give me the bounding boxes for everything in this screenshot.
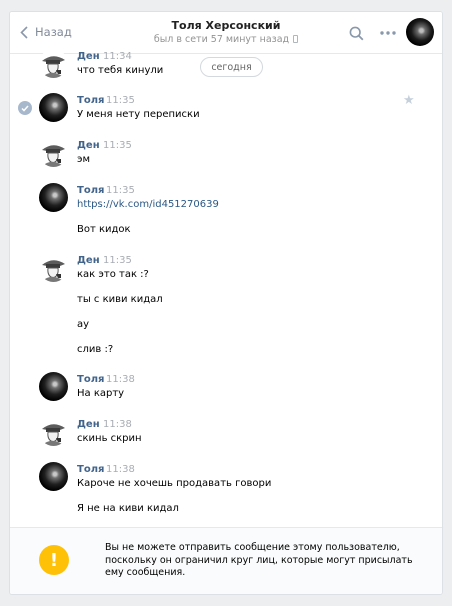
- message-time[interactable]: 11:35: [106, 95, 135, 106]
- more-icon: [380, 31, 396, 35]
- message-time[interactable]: 11:35: [103, 255, 132, 266]
- detective-icon: [42, 424, 65, 446]
- date-separator: сегодня: [200, 57, 263, 77]
- author-name[interactable]: Толя: [77, 464, 104, 475]
- author-name[interactable]: Толя: [77, 185, 104, 196]
- message-time[interactable]: 11:35: [103, 140, 132, 151]
- message-text: эм: [77, 154, 91, 165]
- star-icon[interactable]: ★: [403, 93, 415, 108]
- author-name[interactable]: Ден: [77, 255, 100, 266]
- message-time[interactable]: 11:34: [103, 51, 132, 62]
- author-name[interactable]: Ден: [77, 51, 100, 62]
- author-name[interactable]: Толя: [77, 95, 104, 106]
- message-text: У меня нету переписки: [77, 109, 200, 120]
- message-text: ты с киви кидал: [77, 294, 163, 305]
- search-icon: [349, 26, 363, 40]
- avatar[interactable]: [39, 417, 68, 446]
- check-icon: [21, 105, 29, 112]
- message-text: что тебя кинули: [77, 65, 164, 76]
- chat-header: Назад Толя Херсонский был в сети 57 мину…: [10, 12, 442, 54]
- avatar[interactable]: [39, 253, 68, 282]
- message-time[interactable]: 11:35: [106, 185, 135, 196]
- selected-check[interactable]: [18, 101, 32, 115]
- author-name[interactable]: Ден: [77, 419, 100, 430]
- search-button[interactable]: [346, 23, 366, 43]
- more-button[interactable]: [378, 23, 398, 43]
- message-text: Кароче не хочешь продавать говори: [77, 478, 272, 489]
- avatar[interactable]: [39, 372, 68, 401]
- avatar[interactable]: [39, 93, 68, 122]
- author-name[interactable]: Толя: [77, 374, 104, 385]
- avatar[interactable]: [39, 462, 68, 491]
- author-name[interactable]: Ден: [77, 140, 100, 151]
- message-text: слив :?: [77, 344, 114, 355]
- message-text: Вот кидок: [77, 224, 131, 235]
- message-link[interactable]: https://vk.com/id451270639: [77, 199, 219, 210]
- phone-icon: [293, 35, 299, 43]
- status-text: был в сети 57 минут назад: [153, 34, 290, 45]
- avatar[interactable]: [39, 49, 68, 78]
- detective-icon: [42, 260, 65, 282]
- chat-panel: Назад Толя Херсонский был в сети 57 мину…: [9, 11, 443, 595]
- message-time[interactable]: 11:38: [106, 374, 135, 385]
- avatar[interactable]: [39, 183, 68, 212]
- message-text: ау: [77, 319, 90, 330]
- message-time[interactable]: 11:38: [103, 419, 132, 430]
- message-text: На карту: [77, 388, 125, 399]
- detective-icon: [42, 145, 65, 167]
- composer-blocked-notice: ! Вы не можете отправить сообщение этому…: [10, 527, 442, 594]
- exclamation-icon: !: [39, 545, 69, 575]
- avatar[interactable]: [39, 138, 68, 167]
- detective-icon: [42, 56, 65, 78]
- message-text: как это так :?: [77, 269, 149, 280]
- header-avatar[interactable]: [406, 18, 434, 46]
- message-text: Я не на киви кидал: [77, 503, 179, 514]
- message-time[interactable]: 11:38: [106, 464, 135, 475]
- message-text: скинь скрин: [77, 433, 142, 444]
- notice-text: Вы не можете отправить сообщение этому п…: [105, 542, 413, 578]
